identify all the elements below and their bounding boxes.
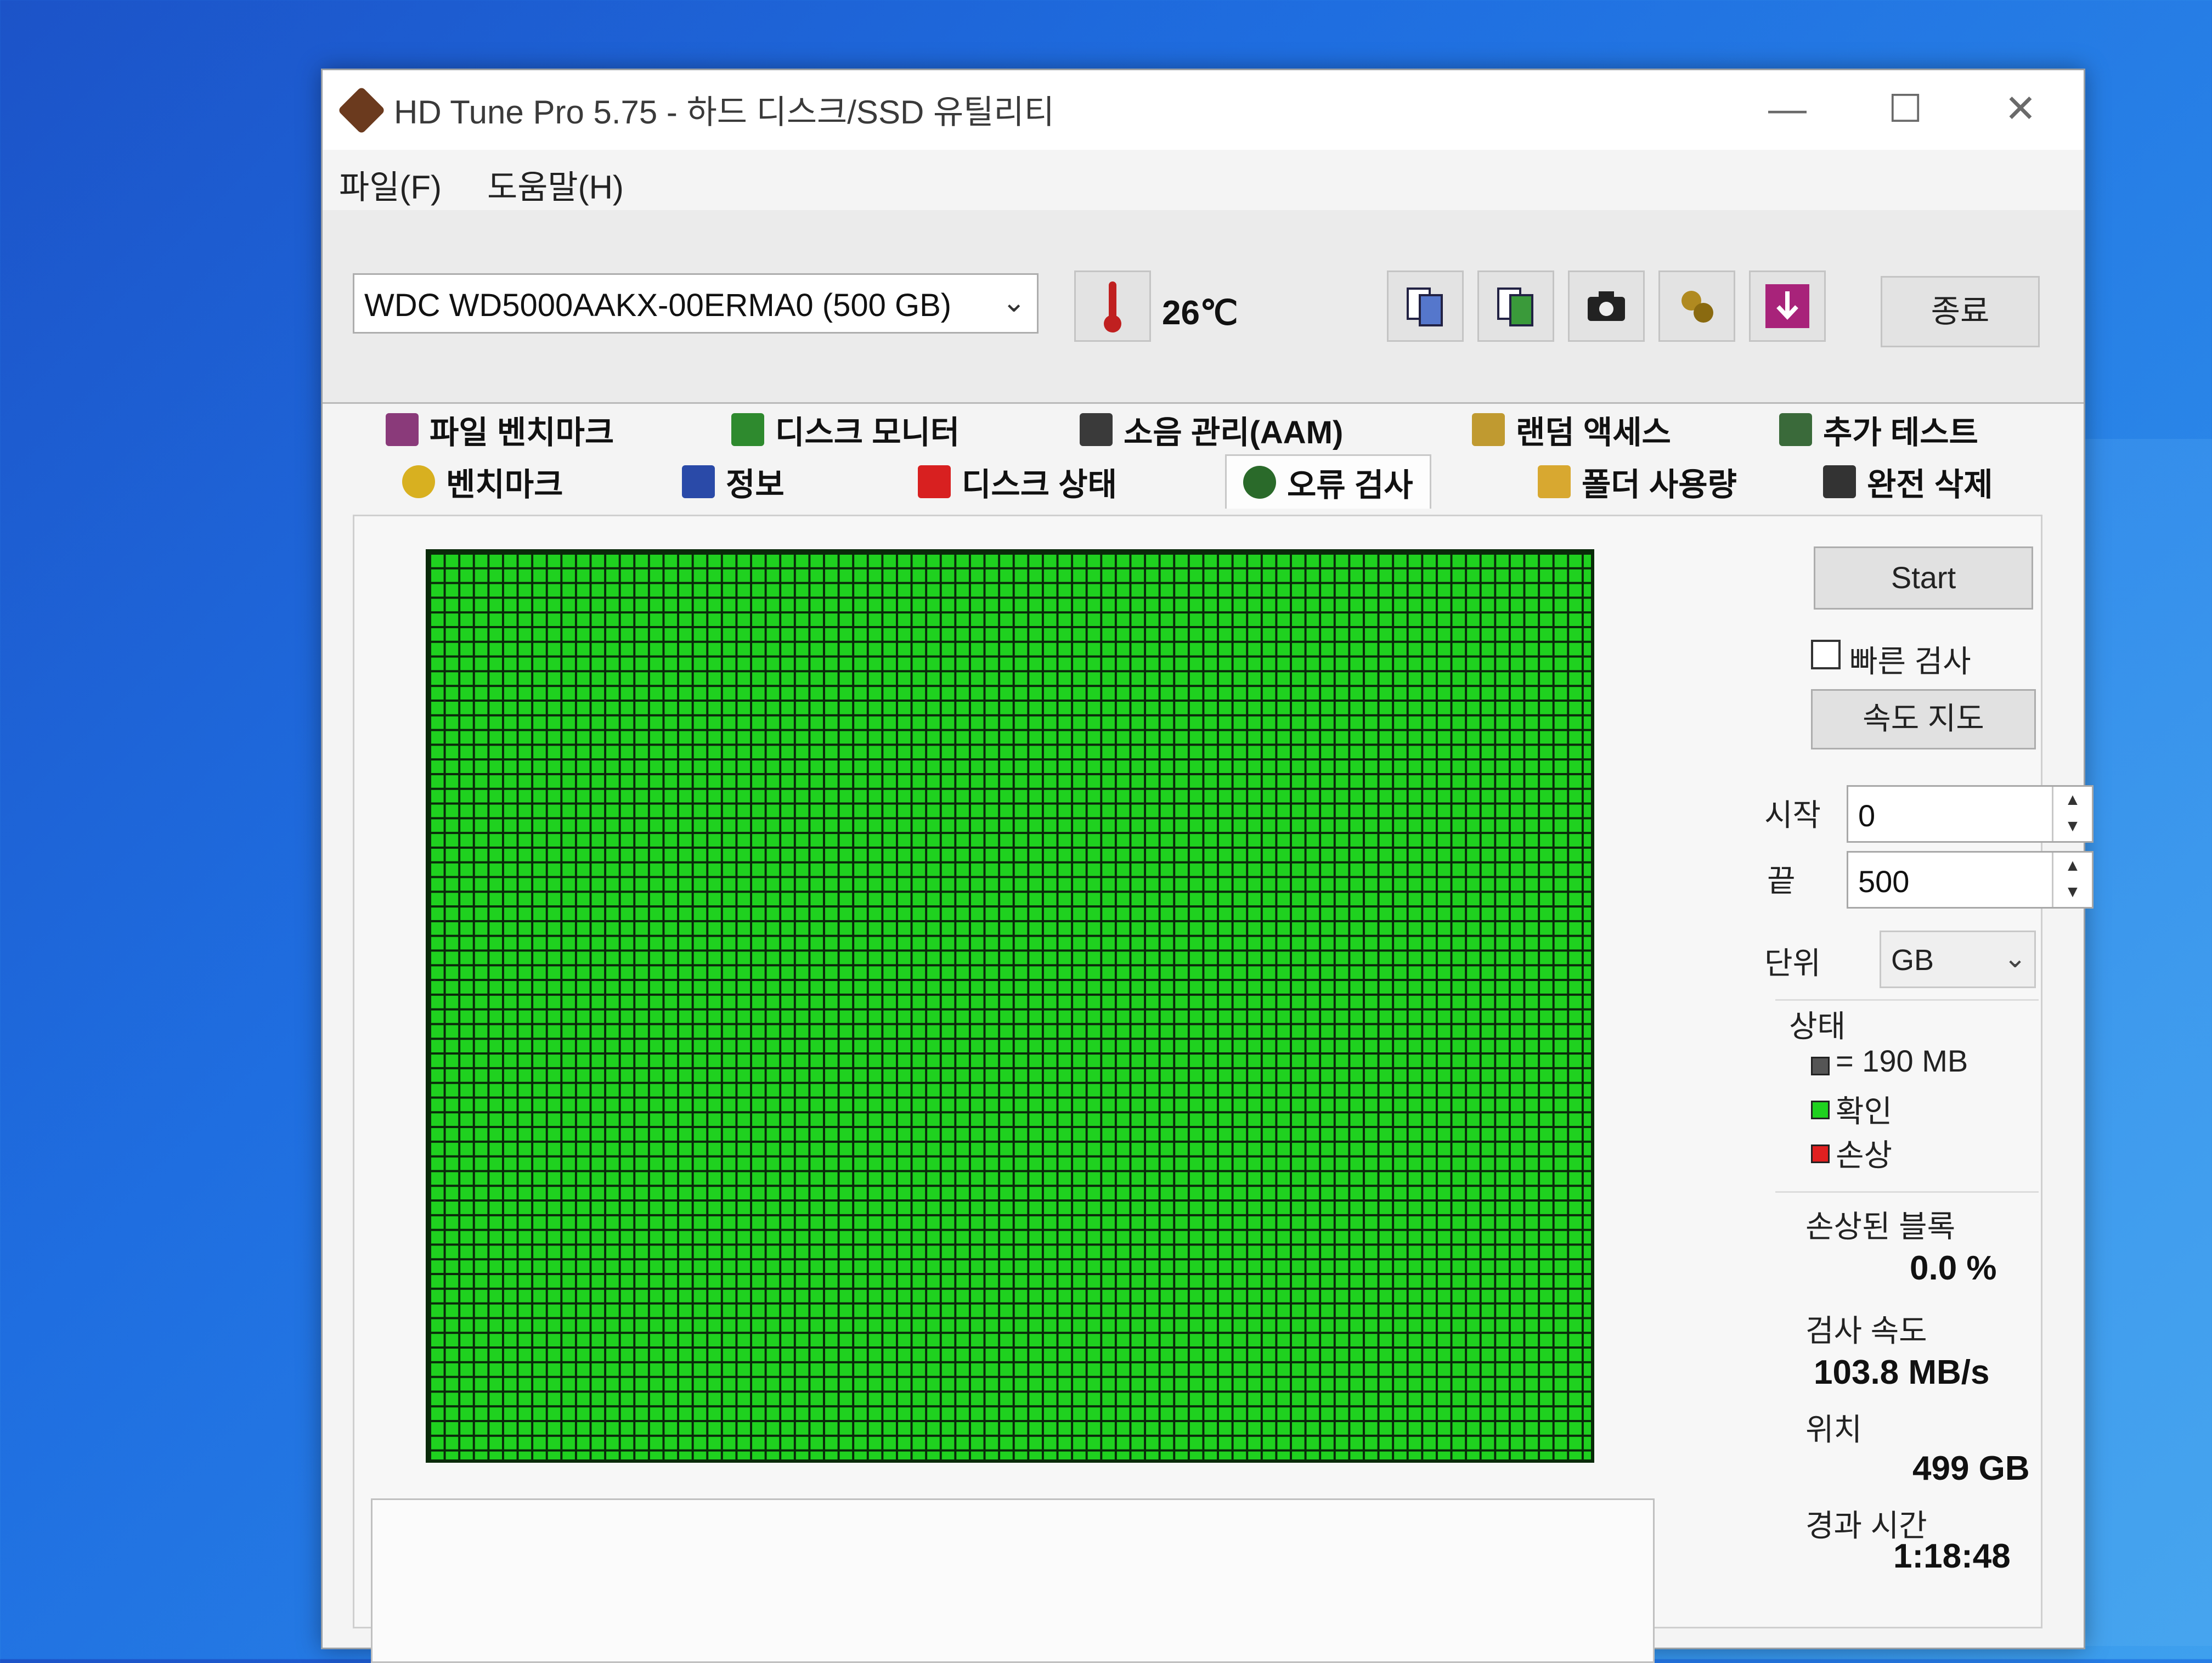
tab-label: 폴더 사용량 — [1582, 467, 1737, 503]
copy-screen-button[interactable] — [1477, 270, 1554, 342]
tab-label: 벤치마크 — [446, 467, 563, 503]
tab-label: 파일 벤치마크 — [430, 415, 614, 450]
tab-label: 추가 테스트 — [1823, 415, 1978, 450]
download-button[interactable] — [1749, 270, 1826, 342]
menu-file[interactable]: 파일(F) — [339, 161, 442, 208]
start-field-label: 시작 — [1764, 798, 1821, 832]
random-access-icon — [1472, 413, 1505, 446]
folder-icon — [1538, 465, 1571, 498]
camera-icon — [1588, 291, 1625, 321]
start-spinner[interactable]: ▲ ▼ — [2052, 787, 2092, 841]
quick-scan-checkbox[interactable] — [1811, 640, 1841, 669]
scan-speed-value: 103.8 MB/s — [1814, 1354, 1990, 1391]
minimize-button[interactable]: — — [1757, 81, 1818, 136]
temperature-value: 26℃ — [1162, 294, 1238, 332]
download-arrow-icon — [1765, 284, 1809, 328]
drive-select[interactable]: WDC WD5000AAKX-00ERMA0 (500 GB) ⌄ — [353, 273, 1039, 334]
position-value: 499 GB — [1912, 1450, 2030, 1487]
unit-label: 단위 — [1764, 946, 1821, 980]
error-scan-panel: Start 빠른 검사 속도 지도 시작 0 ▲ ▼ 끝 500 ▲ ▼ 단위 GB… — [353, 515, 2094, 1663]
start-input[interactable]: 0 ▲ ▼ — [1847, 785, 2094, 843]
end-field-label: 끝 — [1767, 864, 1796, 898]
app-icon — [337, 86, 386, 134]
settings-icon — [1681, 291, 1713, 323]
menu-help[interactable]: 도움말(H) — [487, 161, 624, 208]
damaged-blocks-value: 0.0 % — [1910, 1249, 1997, 1287]
thermometer-icon — [1104, 281, 1121, 332]
legend-ok-label: 확인 — [1836, 1094, 1893, 1129]
status-label: 상태 — [1789, 1009, 1846, 1044]
elapsed-time-value: 1:18:48 — [1893, 1537, 2011, 1575]
extra-tests-icon — [1779, 413, 1812, 446]
unit-select[interactable]: GB ⌄ — [1880, 931, 2036, 988]
end-input[interactable]: 500 ▲ ▼ — [1847, 851, 2094, 909]
results-group-line — [1775, 1191, 2039, 1193]
title-bar[interactable]: HD Tune Pro 5.75 - 하드 디스크/SSD 유틸리티 — ☐ ✕ — [323, 70, 2084, 150]
temperature-button[interactable] — [1074, 270, 1151, 342]
tab-extra-tests[interactable]: 추가 테스트 — [1779, 405, 1978, 454]
scan-log-area — [371, 1498, 1655, 1663]
window-title: HD Tune Pro 5.75 - 하드 디스크/SSD 유틸리티 — [394, 94, 1054, 131]
copy-text-button[interactable] — [1387, 270, 1464, 342]
info-icon — [682, 465, 715, 498]
tab-label: 디스크 상태 — [962, 467, 1117, 503]
tab-label: 랜덤 액세스 — [1516, 415, 1671, 450]
copy-image-icon — [1497, 287, 1533, 326]
quick-scan-label: 빠른 검사 — [1849, 644, 1971, 679]
options-button[interactable] — [1658, 270, 1735, 342]
maximize-button[interactable]: ☐ — [1875, 81, 1936, 136]
legend-block-size: = 190 MB — [1836, 1044, 1968, 1078]
tab-file-benchmark[interactable]: 파일 벤치마크 — [386, 405, 614, 454]
scan-speed-label: 검사 속도 — [1805, 1314, 1927, 1348]
speaker-icon — [1080, 413, 1113, 446]
tab-label: 디스크 모니터 — [775, 415, 960, 450]
end-value: 500 — [1858, 864, 1910, 899]
position-label: 위치 — [1805, 1412, 1863, 1447]
file-benchmark-icon — [386, 413, 419, 446]
legend-ok-swatch — [1811, 1101, 1830, 1119]
close-button[interactable]: ✕ — [1990, 81, 2051, 136]
exit-button[interactable]: 종료 — [1881, 276, 2040, 347]
damaged-blocks-label: 손상된 블록 — [1805, 1209, 1956, 1244]
toolbar: WDC WD5000AAKX-00ERMA0 (500 GB) ⌄ 26℃ 종료 — [323, 210, 2084, 404]
tab-folder-usage[interactable]: 폴더 사용량 — [1538, 457, 1737, 506]
speed-map-button[interactable]: 속도 지도 — [1811, 689, 2036, 749]
benchmark-icon — [402, 465, 435, 498]
scan-controls: Start 빠른 검사 속도 지도 시작 0 ▲ ▼ 끝 500 ▲ ▼ 단위 GB… — [1688, 516, 2094, 1627]
legend-block-swatch — [1811, 1057, 1830, 1075]
tab-label: 소음 관리(AAM) — [1124, 415, 1344, 450]
start-button[interactable]: Start — [1814, 546, 2033, 610]
tab-random-access[interactable]: 랜덤 액세스 — [1472, 405, 1671, 454]
unit-value: GB — [1891, 944, 1934, 977]
copy-document-icon — [1407, 287, 1443, 326]
tab-strip: 파일 벤치마크 디스크 모니터 소음 관리(AAM) 랜덤 액세스 추가 테스트… — [353, 405, 2042, 515]
tab-error-scan[interactable]: 오류 검사 — [1225, 454, 1431, 509]
tab-label: 오류 검사 — [1287, 467, 1413, 503]
disk-monitor-icon — [731, 413, 764, 446]
scan-block-map — [426, 549, 1594, 1463]
end-spinner[interactable]: ▲ ▼ — [2052, 853, 2092, 907]
status-group-line — [1775, 999, 2039, 1001]
magnifier-icon — [1243, 466, 1276, 499]
menu-bar: 파일(F) 도움말(H) — [323, 150, 2084, 210]
hd-tune-window: HD Tune Pro 5.75 - 하드 디스크/SSD 유틸리티 — ☐ ✕… — [321, 69, 2094, 1663]
tab-noise-management[interactable]: 소음 관리(AAM) — [1080, 405, 1343, 454]
chevron-down-icon: ⌄ — [1002, 286, 1026, 318]
tab-secure-erase[interactable]: 완전 삭제 — [1823, 457, 1993, 506]
tab-disk-health[interactable]: 디스크 상태 — [918, 457, 1117, 506]
start-value: 0 — [1858, 798, 1876, 833]
tab-info[interactable]: 정보 — [682, 457, 785, 506]
legend-damaged-swatch — [1811, 1145, 1830, 1163]
tab-label: 완전 삭제 — [1867, 467, 1993, 503]
drive-select-value: WDC WD5000AAKX-00ERMA0 (500 GB) — [364, 287, 952, 323]
health-cross-icon — [918, 465, 951, 498]
trash-icon — [1823, 465, 1856, 498]
screenshot-button[interactable] — [1568, 270, 1645, 342]
tab-benchmark[interactable]: 벤치마크 — [402, 457, 563, 506]
tab-disk-monitor[interactable]: 디스크 모니터 — [731, 405, 960, 454]
tab-label: 정보 — [726, 467, 785, 503]
legend-damaged-label: 손상 — [1836, 1138, 1893, 1172]
chevron-down-icon: ⌄ — [2004, 943, 2027, 973]
